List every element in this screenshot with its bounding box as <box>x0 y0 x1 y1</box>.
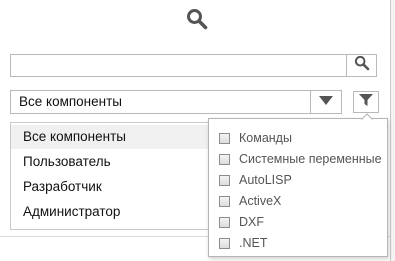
search-icon <box>354 55 370 76</box>
filter-popup: Команды Системные переменные AutoLISP Ac… <box>208 118 388 257</box>
checkbox[interactable] <box>219 195 230 207</box>
filter-option[interactable]: Системные переменные <box>219 149 382 169</box>
search-icon[interactable] <box>186 8 208 30</box>
search-box <box>10 54 377 77</box>
filter-option-label: DXF <box>239 215 264 229</box>
search-button[interactable] <box>346 55 376 76</box>
filter-option[interactable]: DXF <box>219 212 264 232</box>
checkbox[interactable] <box>219 153 230 165</box>
dropdown-arrow-button[interactable] <box>310 91 341 113</box>
filter-option-label: Системные переменные <box>239 152 382 166</box>
dropdown-selected-value: Все компоненты <box>19 94 122 109</box>
help-panel: Все компоненты Все компоненты Пользовате… <box>0 0 395 261</box>
component-dropdown[interactable]: Все компоненты <box>10 90 342 114</box>
checkbox[interactable] <box>219 132 230 144</box>
filter-option[interactable]: .NET <box>219 233 267 253</box>
filter-option-label: .NET <box>239 236 268 250</box>
filter-option-label: Команды <box>239 131 292 145</box>
filter-icon <box>359 93 373 112</box>
checkbox[interactable] <box>219 237 230 249</box>
filter-button[interactable] <box>353 91 379 113</box>
filter-option[interactable]: Команды <box>219 128 292 148</box>
filter-option[interactable]: ActiveX <box>219 191 281 211</box>
filter-option-label: ActiveX <box>239 194 282 208</box>
triangle-down-icon <box>319 93 333 111</box>
filter-option[interactable]: AutoLISP <box>219 170 292 190</box>
search-input[interactable] <box>11 55 346 76</box>
checkbox[interactable] <box>219 216 230 228</box>
filter-option-label: AutoLISP <box>239 173 292 187</box>
checkbox[interactable] <box>219 174 230 186</box>
panel-gutter <box>391 0 395 261</box>
popup-pointer <box>359 112 375 126</box>
